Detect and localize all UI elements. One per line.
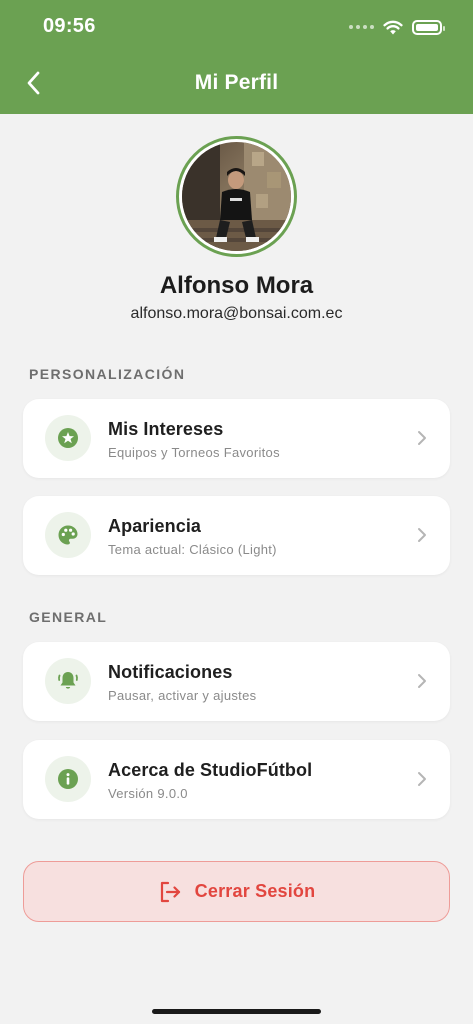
page-title: Mi Perfil	[194, 71, 279, 94]
profile-email: alfonso.mora@bonsai.com.ec	[130, 305, 343, 322]
app-header: 09:56 Mi Perfil	[0, 0, 473, 114]
logout-button[interactable]: Cerrar Sesión	[23, 861, 450, 922]
profile-name: Alfonso Mora	[159, 272, 314, 299]
info-icon	[58, 769, 78, 789]
menu-item-subtitle: Pausar, activar y ajustes	[108, 688, 257, 703]
wifi-icon	[383, 20, 403, 34]
icon-badge	[45, 756, 91, 802]
icon-badge	[45, 415, 91, 461]
menu-item-notifications[interactable]: Notificaciones Pausar, activar y ajustes	[23, 642, 450, 721]
status-time: 09:56	[43, 15, 96, 37]
chevron-right-icon	[418, 674, 426, 688]
icon-badge	[45, 512, 91, 558]
menu-item-title: Acerca de StudioFútbol	[108, 760, 313, 780]
menu-item-about[interactable]: Acerca de StudioFútbol Versión 9.0.0	[23, 740, 450, 819]
battery-icon	[412, 19, 445, 35]
logout-icon	[160, 881, 180, 902]
section-label-general: GENERAL	[29, 609, 108, 625]
menu-item-appearance[interactable]: Apariencia Tema actual: Clásico (Light)	[23, 496, 450, 575]
icon-badge	[45, 658, 91, 704]
profile-photo	[182, 142, 291, 251]
menu-item-title: Mis Intereses	[108, 419, 224, 439]
menu-item-interests[interactable]: Mis Intereses Equipos y Torneos Favorito…	[23, 399, 450, 478]
section-label-personalization: PERSONALIZACIÓN	[29, 366, 186, 382]
cellular-signal-icon	[349, 25, 374, 29]
avatar[interactable]	[176, 136, 297, 257]
bell-icon	[58, 672, 78, 689]
menu-item-title: Notificaciones	[108, 662, 233, 682]
status-indicators	[349, 17, 445, 37]
menu-item-subtitle: Equipos y Torneos Favoritos	[108, 445, 280, 460]
logout-label: Cerrar Sesión	[194, 881, 316, 901]
chevron-right-icon	[418, 431, 426, 445]
chevron-right-icon	[418, 772, 426, 786]
star-icon	[58, 428, 78, 448]
menu-item-subtitle: Tema actual: Clásico (Light)	[108, 542, 277, 557]
home-indicator[interactable]	[152, 1009, 321, 1014]
menu-item-title: Apariencia	[108, 516, 202, 536]
menu-item-subtitle: Versión 9.0.0	[108, 786, 188, 801]
palette-icon	[58, 525, 78, 545]
chevron-right-icon	[418, 528, 426, 542]
